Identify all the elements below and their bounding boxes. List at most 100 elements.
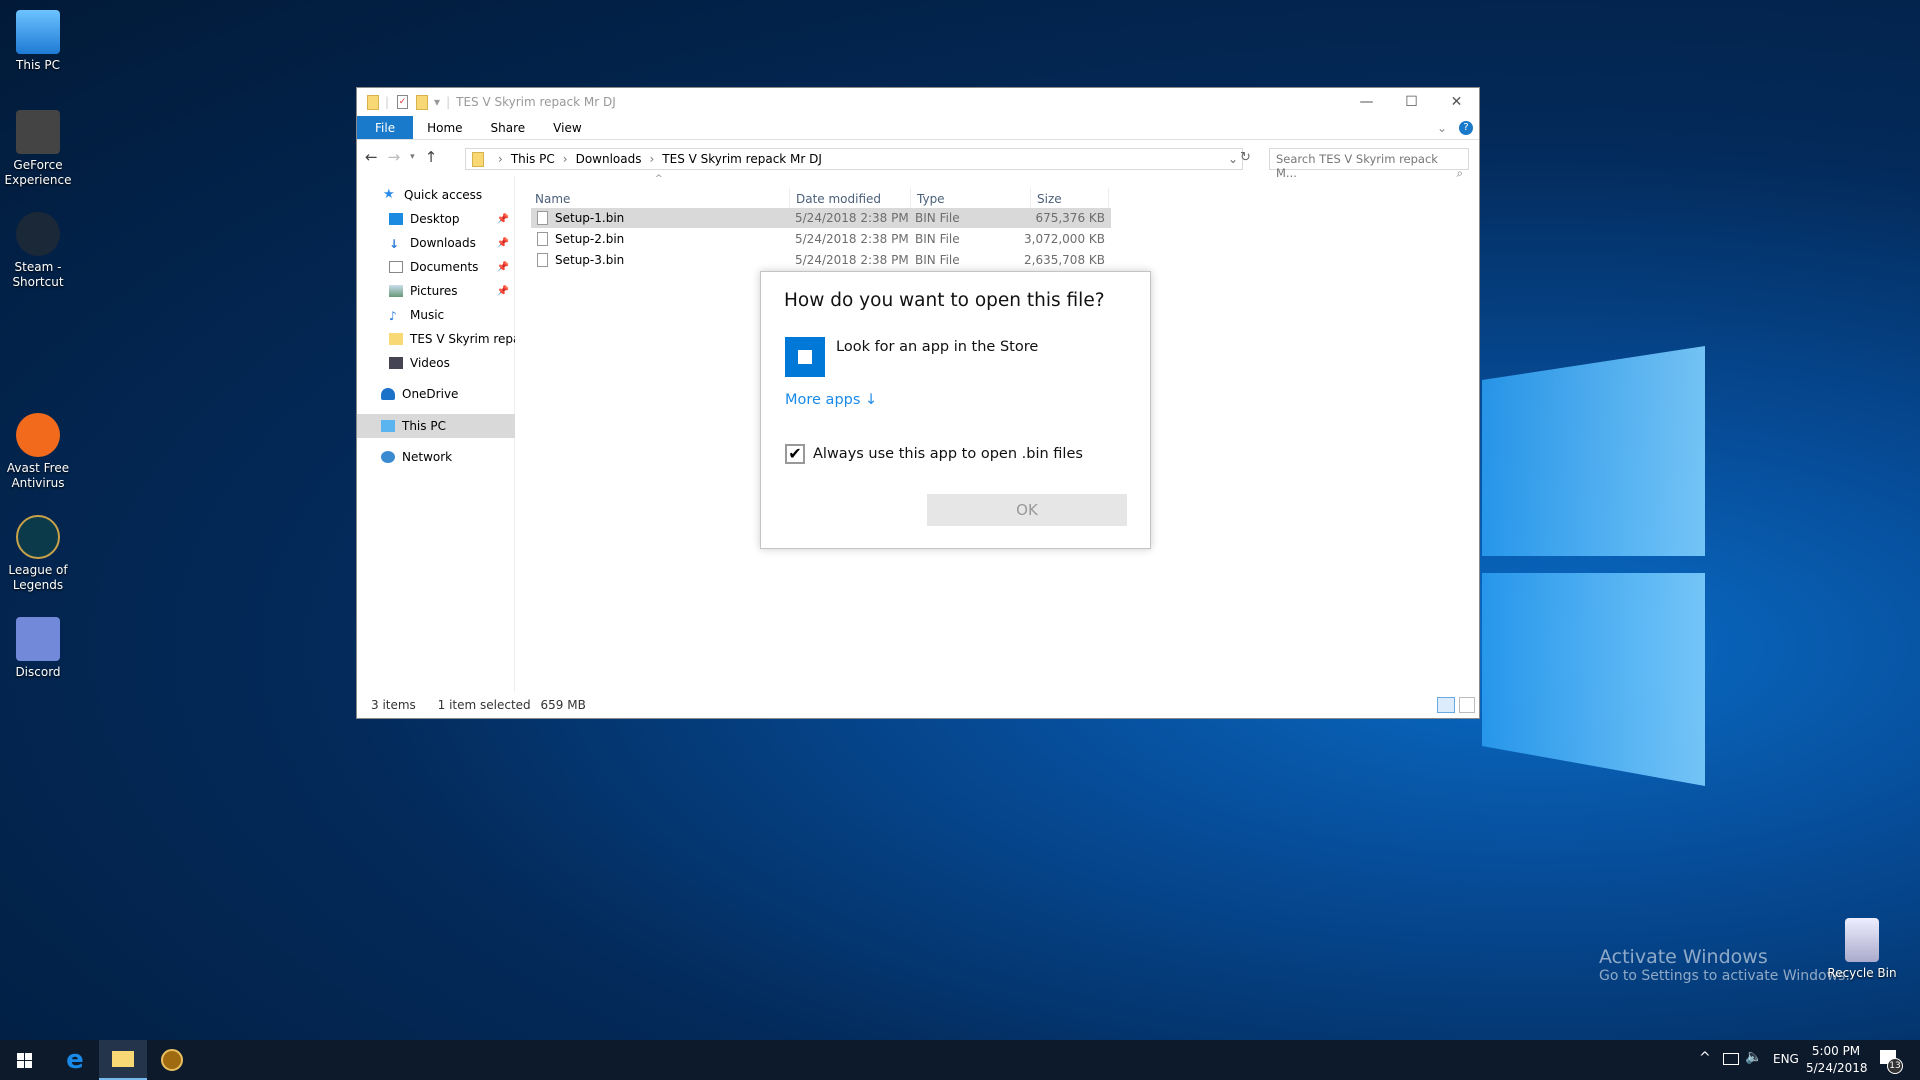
- pin-icon: 📌: [496, 261, 509, 273]
- breadcrumb-this-pc[interactable]: This PC: [511, 152, 555, 166]
- desktop-icon-this-pc[interactable]: This PC: [0, 10, 76, 73]
- desktop-icon-league[interactable]: League of Legends: [0, 515, 76, 593]
- ribbon-tabs: File Home Share View ⌄ ?: [357, 116, 1479, 140]
- column-header-name[interactable]: Name: [529, 188, 790, 210]
- volume-icon[interactable]: 🔈: [1745, 1049, 1762, 1065]
- steam-icon: [16, 212, 60, 256]
- file-row[interactable]: Setup-3.bin 5/24/2018 2:38 PM BIN File 2,63…: [531, 250, 1111, 270]
- language-indicator[interactable]: ENG: [1773, 1052, 1799, 1066]
- column-header-type[interactable]: Type: [911, 188, 1031, 210]
- desktop-icon-avast[interactable]: Avast Free Antivirus: [0, 413, 76, 491]
- computer-icon: [381, 420, 395, 432]
- file-icon: [537, 232, 548, 246]
- pictures-icon: [389, 285, 403, 297]
- customize-quick-access-icon[interactable]: ▾: [434, 95, 440, 109]
- desktop-icon: [389, 213, 403, 225]
- address-bar[interactable]: › This PC › Downloads › TES V Skyrim repack…: [465, 148, 1243, 170]
- recent-locations-icon[interactable]: ▾: [410, 152, 415, 162]
- nav-music[interactable]: ♪ Music: [357, 304, 515, 326]
- pin-icon: 📌: [496, 285, 509, 297]
- dialog-title: How do you want to open this file?: [784, 290, 1105, 311]
- pin-icon: 📌: [496, 213, 509, 225]
- back-icon[interactable]: ←: [365, 148, 378, 166]
- taskbar-world-of-warcraft[interactable]: [148, 1040, 196, 1080]
- taskbar: e ^ 🔈 ENG 5:00 PM 5/24/2018 13: [0, 1040, 1920, 1080]
- desktop-icon-steam[interactable]: Steam - Shortcut: [0, 212, 76, 290]
- nav-network[interactable]: Network: [357, 446, 515, 468]
- star-icon: ★: [383, 187, 395, 202]
- nav-videos[interactable]: Videos: [357, 352, 515, 374]
- clock-time: 5:00 PM: [1811, 1044, 1861, 1058]
- ok-button[interactable]: OK: [927, 494, 1127, 526]
- breadcrumb-current[interactable]: TES V Skyrim repack Mr DJ: [662, 152, 822, 166]
- column-header-size[interactable]: Size: [1031, 188, 1109, 210]
- open-with-dialog: How do you want to open this file? Look …: [760, 271, 1151, 549]
- nav-pictures[interactable]: Pictures 📌: [357, 280, 515, 302]
- title-bar: | ✓ ▾ | TES V Skyrim repack Mr DJ — ☐ ✕: [357, 88, 1479, 116]
- window-title: TES V Skyrim repack Mr DJ: [456, 95, 616, 109]
- discord-icon: [16, 617, 60, 661]
- up-icon[interactable]: ↑: [425, 148, 438, 166]
- column-header-date[interactable]: Date modified: [790, 188, 911, 210]
- nav-documents[interactable]: Documents 📌: [357, 256, 515, 278]
- item-count: 3 items: [371, 698, 416, 712]
- more-apps-link[interactable]: More apps ↓: [785, 392, 877, 408]
- folder-icon: [472, 151, 484, 167]
- nav-desktop[interactable]: Desktop 📌: [357, 208, 515, 230]
- search-icon: ⌕: [1456, 166, 1463, 180]
- network-icon[interactable]: [1723, 1053, 1739, 1065]
- taskbar-file-explorer[interactable]: [99, 1040, 147, 1080]
- store-icon: [785, 337, 825, 377]
- folder-icon: [389, 333, 403, 345]
- pin-icon: 📌: [496, 237, 509, 249]
- expand-ribbon-icon[interactable]: ⌄: [1437, 116, 1447, 139]
- properties-icon[interactable]: ✓: [397, 95, 409, 109]
- tab-file[interactable]: File: [357, 116, 414, 139]
- store-option[interactable]: Look for an app in the Store: [785, 337, 1125, 379]
- details-view-icon[interactable]: [1437, 697, 1455, 713]
- tab-home[interactable]: Home: [413, 116, 476, 139]
- nav-skyrim-folder[interactable]: TES V Skyrim repack: [357, 328, 515, 350]
- computer-icon: [16, 10, 60, 54]
- start-button[interactable]: [0, 1040, 48, 1080]
- taskbar-edge[interactable]: e: [51, 1040, 99, 1080]
- show-hidden-icons[interactable]: ^: [1699, 1050, 1711, 1066]
- league-icon: [16, 515, 60, 559]
- music-icon: ♪: [389, 309, 397, 323]
- search-input[interactable]: Search TES V Skyrim repack M... ⌕: [1269, 148, 1469, 180]
- nav-quick-access[interactable]: ★ Quick access: [357, 184, 515, 206]
- wow-icon: [161, 1049, 183, 1071]
- desktop-icon-geforce[interactable]: GeForce Experience: [0, 110, 76, 188]
- tab-view[interactable]: View: [539, 116, 595, 139]
- always-use-checkbox[interactable]: ✔ Always use this app to open .bin files: [785, 444, 1083, 464]
- breadcrumb-downloads[interactable]: Downloads: [576, 152, 642, 166]
- avast-icon: [16, 413, 60, 457]
- file-icon: [537, 211, 548, 225]
- selection-count: 1 item selected: [437, 698, 531, 712]
- large-icons-view-icon[interactable]: [1459, 697, 1475, 713]
- minimize-button[interactable]: —: [1344, 88, 1389, 116]
- arrow-down-icon: ↓: [865, 392, 878, 408]
- nav-this-pc[interactable]: This PC: [357, 414, 515, 438]
- close-button[interactable]: ✕: [1434, 88, 1479, 116]
- nav-onedrive[interactable]: OneDrive: [357, 383, 515, 405]
- windows-icon: [16, 1052, 32, 1068]
- file-row[interactable]: Setup-1.bin 5/24/2018 2:38 PM BIN File 675,…: [531, 208, 1111, 228]
- sort-ascending-icon: ^: [655, 174, 663, 184]
- navigation-pane: ★ Quick access Desktop 📌 ↓ Downloads 📌 Docum…: [357, 176, 515, 692]
- new-folder-icon[interactable]: [416, 94, 429, 110]
- nav-downloads[interactable]: ↓ Downloads 📌: [357, 232, 515, 254]
- desktop-icon-discord[interactable]: Discord: [0, 617, 76, 680]
- checkmark-icon: ✔: [785, 444, 805, 464]
- cloud-icon: [381, 388, 395, 400]
- refresh-icon[interactable]: ↻: [1240, 150, 1251, 165]
- address-dropdown-icon[interactable]: ⌄: [1228, 152, 1238, 166]
- help-icon[interactable]: ?: [1459, 121, 1473, 135]
- tab-share[interactable]: Share: [477, 116, 540, 139]
- recycle-bin-icon: [1845, 918, 1879, 962]
- forward-icon[interactable]: →: [388, 148, 401, 166]
- maximize-button[interactable]: ☐: [1389, 88, 1434, 116]
- clock[interactable]: 5:00 PM 5/24/2018: [1806, 1043, 1868, 1077]
- file-row[interactable]: Setup-2.bin 5/24/2018 2:38 PM BIN File 3,07…: [531, 229, 1111, 249]
- geforce-icon: [16, 110, 60, 154]
